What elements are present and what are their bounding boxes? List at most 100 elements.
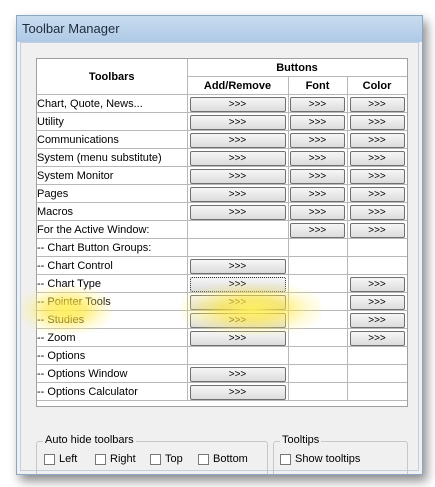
color-button[interactable]: >>> (349, 312, 405, 328)
add-remove-cell: >>> (186, 310, 289, 329)
color-button[interactable]: >>> (349, 330, 405, 346)
add-remove-cell: >>> (186, 382, 289, 401)
font-button[interactable]: >>> (290, 204, 345, 220)
font-cell: >>> (287, 148, 348, 167)
color-cell (346, 364, 407, 383)
color-button[interactable]: >>> (349, 150, 405, 166)
auto-hide-group: Auto hide toolbars Left Right Top Bottom (36, 434, 268, 474)
font-cell (287, 274, 348, 293)
row-label-system-menu-substitute: System (menu substitute) (37, 148, 188, 167)
title-bar[interactable]: Toolbar Manager (17, 16, 422, 42)
font-cell (287, 346, 348, 365)
toolbars-header: Toolbars (37, 59, 188, 95)
color-button[interactable]: >>> (349, 114, 405, 130)
buttons-header: Buttons (186, 59, 407, 77)
color-cell: >>> (346, 328, 407, 347)
font-cell: >>> (287, 184, 348, 203)
bottom-checkbox[interactable]: Bottom (198, 453, 248, 465)
color-cell: >>> (346, 274, 407, 293)
row-label-options-calculator: -- Options Calculator (37, 382, 188, 401)
left-checkbox[interactable]: Left (44, 453, 77, 465)
color-cell: >>> (346, 94, 407, 113)
font-button[interactable]: >>> (290, 150, 345, 166)
add-remove-button[interactable]: >>> (189, 384, 286, 400)
add-remove-cell: >>> (186, 256, 289, 275)
left-checkbox-box[interactable] (44, 453, 55, 465)
color-cell (346, 382, 407, 401)
table-row: -- Options (37, 346, 407, 365)
dialog-content: Toolbars Buttons Add/Remove Font Color C… (20, 42, 419, 474)
row-label-system-monitor: System Monitor (37, 166, 188, 185)
right-checkbox[interactable]: Right (95, 453, 136, 465)
color-button[interactable]: >>> (349, 168, 405, 184)
font-cell (287, 328, 348, 347)
table-row: -- Options Window >>> (37, 364, 407, 383)
right-checkbox-label: Right (110, 453, 136, 465)
add-remove-cell: >>> (186, 112, 289, 131)
toolbar-table: Toolbars Buttons Add/Remove Font Color C… (37, 59, 407, 401)
show-tooltips-checkbox-box[interactable] (280, 453, 291, 465)
font-cell (287, 364, 348, 383)
bottom-checkbox-box[interactable] (198, 453, 209, 465)
font-button[interactable]: >>> (290, 186, 345, 202)
row-label-utility: Utility (37, 112, 188, 131)
add-remove-button[interactable]: >>> (189, 132, 286, 148)
add-remove-cell: >>> (186, 202, 289, 221)
font-button[interactable]: >>> (290, 168, 345, 184)
color-cell (346, 346, 407, 365)
show-tooltips-checkbox[interactable]: Show tooltips (280, 453, 360, 465)
font-cell (287, 256, 348, 275)
add-remove-cell: >>> (186, 148, 289, 167)
show-tooltips-label: Show tooltips (295, 453, 361, 465)
color-button[interactable]: >>> (349, 222, 405, 238)
tooltips-group: Tooltips Show tooltips (273, 434, 408, 474)
left-checkbox-label: Left (59, 453, 78, 465)
color-button[interactable]: >>> (349, 96, 405, 112)
top-checkbox-box[interactable] (150, 453, 161, 465)
add-remove-button[interactable]: >>> (189, 366, 286, 382)
add-remove-cell (186, 346, 289, 365)
row-label-options: -- Options (37, 346, 188, 365)
add-remove-button[interactable]: >>> (189, 258, 286, 274)
add-remove-button[interactable]: >>> (189, 186, 286, 202)
font-button[interactable]: >>> (290, 222, 345, 238)
font-button[interactable]: >>> (290, 96, 345, 112)
color-button[interactable]: >>> (349, 186, 405, 202)
color-cell (346, 256, 407, 275)
color-button[interactable]: >>> (349, 276, 405, 292)
table-row: -- Chart Type >>> >>> (37, 274, 407, 293)
color-cell: >>> (346, 310, 407, 329)
row-label-chart-button-groups: -- Chart Button Groups: (37, 238, 188, 257)
color-button[interactable]: >>> (349, 294, 405, 310)
add-remove-button[interactable]: >>> (189, 150, 286, 166)
toolbar-rows: Chart, Quote, News... >>> >>> >>> Utility >>>… (37, 94, 407, 401)
add-remove-button[interactable]: >>> (189, 168, 286, 184)
row-label-pointer-tools: -- Pointer Tools (37, 292, 188, 311)
right-checkbox-box[interactable] (95, 453, 106, 465)
color-button[interactable]: >>> (349, 132, 405, 148)
bottom-checkbox-label: Bottom (213, 453, 248, 465)
add-remove-button[interactable]: >>> (189, 276, 286, 292)
table-row: Utility >>> >>> >>> (37, 112, 407, 131)
add-remove-button[interactable]: >>> (189, 312, 286, 328)
color-cell: >>> (346, 184, 407, 203)
table-row: -- Chart Button Groups: (37, 238, 407, 257)
table-row: Chart, Quote, News... >>> >>> >>> (37, 94, 407, 113)
add-remove-button[interactable]: >>> (189, 204, 286, 220)
color-button[interactable]: >>> (349, 204, 405, 220)
add-remove-button[interactable]: >>> (189, 96, 286, 112)
table-row: Macros >>> >>> >>> (37, 202, 407, 221)
font-button[interactable]: >>> (290, 114, 345, 130)
row-label-chart-control: -- Chart Control (37, 256, 188, 275)
row-label-pages: Pages (37, 184, 188, 203)
table-row: System (menu substitute) >>> >>> >>> (37, 148, 407, 167)
add-remove-cell: >>> (186, 94, 289, 113)
add-remove-button[interactable]: >>> (189, 114, 286, 130)
font-button[interactable]: >>> (290, 132, 345, 148)
add-remove-cell (186, 220, 289, 239)
top-checkbox[interactable]: Top (150, 453, 183, 465)
row-label-options-window: -- Options Window (37, 364, 188, 383)
add-remove-button[interactable]: >>> (189, 330, 286, 346)
add-remove-button[interactable]: >>> (189, 294, 286, 310)
table-row: -- Zoom >>> >>> (37, 328, 407, 347)
